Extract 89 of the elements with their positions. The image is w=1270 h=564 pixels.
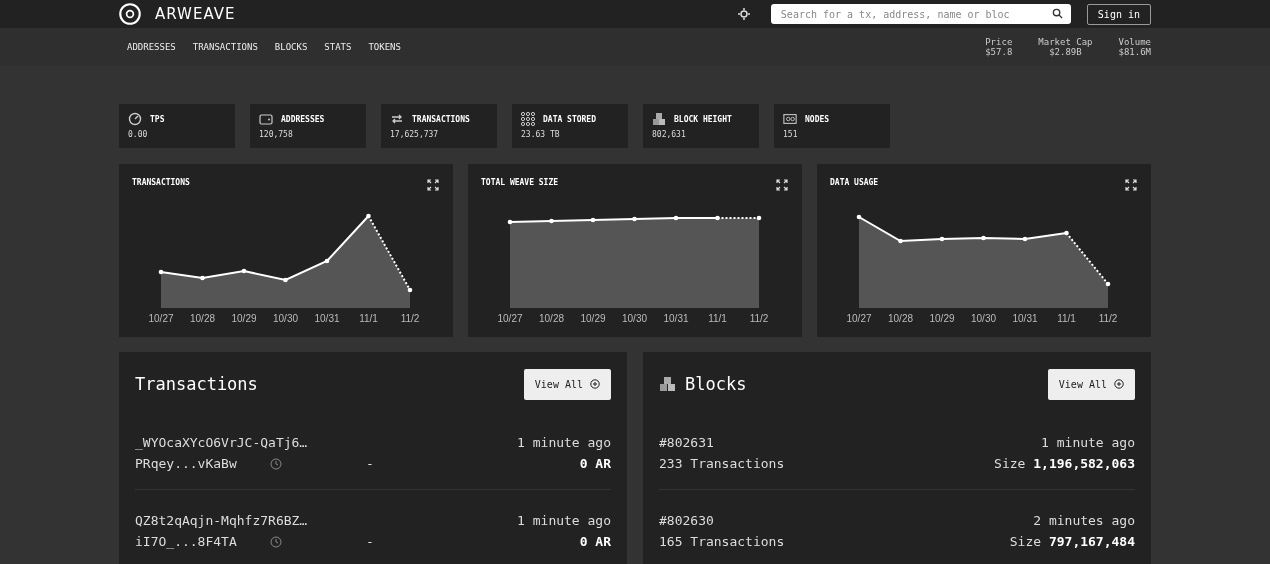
market-value: $81.6M bbox=[1118, 47, 1151, 57]
expand-icon[interactable] bbox=[776, 179, 788, 191]
target-address: - bbox=[366, 456, 374, 471]
axis-label: 11/2 bbox=[749, 313, 769, 324]
stat-label: TPS bbox=[150, 114, 165, 124]
transaction-count: 233 Transactions bbox=[659, 456, 785, 471]
gauge-icon bbox=[128, 112, 142, 126]
axis-label: 10/31 bbox=[663, 313, 689, 324]
nav-link[interactable]: ADDRESSES bbox=[127, 42, 176, 52]
cubes-icon bbox=[659, 376, 677, 392]
stat-label: NODES bbox=[805, 114, 830, 124]
axis-label: 10/31 bbox=[1012, 313, 1038, 324]
block-size: Size 1,196,582,063 bbox=[994, 456, 1135, 471]
axis-label: 10/27 bbox=[846, 313, 872, 324]
axis-label: 10/27 bbox=[497, 313, 523, 324]
chart-title: TRANSACTIONS bbox=[132, 178, 190, 187]
axis-label: 10/29 bbox=[929, 313, 955, 324]
chart-title: DATA USAGE bbox=[830, 178, 879, 187]
panel-title: Blocks bbox=[685, 374, 747, 394]
axis-label: 11/2 bbox=[400, 313, 420, 324]
timestamp: 2 minutes ago bbox=[1033, 513, 1135, 528]
exchange-arrows-icon bbox=[390, 112, 404, 126]
stat-value: 23.63 TB bbox=[521, 130, 561, 139]
server-icon bbox=[783, 112, 797, 126]
transaction-id[interactable]: _WYOcaXYcO6VrJC-QaTj6… bbox=[135, 435, 308, 450]
nav-link[interactable]: STATS bbox=[324, 42, 352, 52]
stat-value: 802,631 bbox=[652, 130, 687, 139]
stat-label: TRANSACTIONS bbox=[412, 114, 470, 124]
settings-icon[interactable] bbox=[736, 7, 751, 21]
amount: 0 AR bbox=[579, 534, 611, 549]
block-size: Size 797,167,484 bbox=[1009, 534, 1135, 549]
view-all-button[interactable]: View All bbox=[1047, 368, 1135, 400]
market-label: Price bbox=[985, 37, 1013, 47]
stat-value: 120,758 bbox=[259, 130, 294, 139]
axis-label: 10/27 bbox=[148, 313, 174, 324]
target-address: - bbox=[366, 534, 374, 549]
stat-label: ADDRESSES bbox=[281, 114, 325, 124]
wallet-icon bbox=[259, 112, 273, 126]
owner-address[interactable]: PRqey...vKaBw bbox=[135, 456, 270, 471]
market-value: $2.89B bbox=[1049, 47, 1082, 57]
stat-value: 151 bbox=[783, 130, 799, 139]
logo-icon[interactable] bbox=[119, 3, 141, 25]
market-label: Volume bbox=[1118, 37, 1151, 47]
expand-icon[interactable] bbox=[1125, 179, 1137, 191]
nav-link[interactable]: TOKENS bbox=[368, 42, 401, 52]
axis-label: 11/1 bbox=[1057, 313, 1076, 324]
nav-link[interactable]: TRANSACTIONS bbox=[192, 42, 258, 52]
nav-link[interactable]: BLOCKS bbox=[274, 42, 308, 52]
expand-icon[interactable] bbox=[427, 179, 439, 191]
amount: 0 AR bbox=[579, 456, 611, 471]
axis-label: 10/28 bbox=[539, 313, 564, 324]
block-height[interactable]: #802630 bbox=[659, 513, 714, 528]
stat-label: DATA STORED bbox=[543, 114, 596, 124]
clock-icon bbox=[270, 457, 282, 470]
axis-label: 11/2 bbox=[1098, 313, 1118, 324]
axis-label: 10/29 bbox=[231, 313, 257, 324]
stat-value: 0.00 bbox=[128, 130, 149, 139]
chart-title: TOTAL WEAVE SIZE bbox=[481, 178, 559, 187]
market-label: Market Cap bbox=[1038, 37, 1093, 47]
view-all-button[interactable]: View All bbox=[523, 368, 611, 400]
owner-address[interactable]: iI7O_...8F4TA bbox=[135, 534, 270, 549]
plus-circle-icon bbox=[590, 379, 600, 389]
axis-label: 10/30 bbox=[971, 313, 996, 324]
clock-icon bbox=[270, 535, 282, 548]
transaction-count: 165 Transactions bbox=[659, 534, 785, 549]
axis-label: 10/28 bbox=[190, 313, 215, 324]
stat-label: BLOCK HEIGHT bbox=[674, 114, 732, 124]
axis-label: 10/30 bbox=[273, 313, 298, 324]
axis-label: 10/31 bbox=[314, 313, 340, 324]
search-field[interactable]: Search for a tx, address, name or bloc bbox=[770, 4, 1071, 24]
axis-label: 10/30 bbox=[622, 313, 647, 324]
transaction-id[interactable]: QZ8t2qAqjn-Mqhfz7R6BZ… bbox=[135, 513, 308, 528]
axis-label: 11/1 bbox=[359, 313, 378, 324]
cubes-icon bbox=[652, 112, 666, 126]
search-icon bbox=[1051, 8, 1063, 19]
market-value: $57.8 bbox=[985, 47, 1013, 57]
block-height[interactable]: #802631 bbox=[659, 435, 714, 450]
timestamp: 1 minute ago bbox=[517, 513, 611, 528]
timestamp: 1 minute ago bbox=[1041, 435, 1135, 450]
axis-label: 11/1 bbox=[708, 313, 727, 324]
sign-in-button[interactable]: Sign in bbox=[1086, 3, 1151, 25]
nodes-grid-icon bbox=[521, 112, 535, 126]
axis-label: 10/28 bbox=[888, 313, 913, 324]
panel-title: Transactions bbox=[135, 374, 258, 394]
stat-value: 17,625,737 bbox=[390, 130, 440, 139]
plus-circle-icon bbox=[1114, 379, 1124, 389]
timestamp: 1 minute ago bbox=[517, 435, 611, 450]
brand-name: ARWEAVE bbox=[155, 5, 236, 23]
axis-label: 10/29 bbox=[580, 313, 606, 324]
